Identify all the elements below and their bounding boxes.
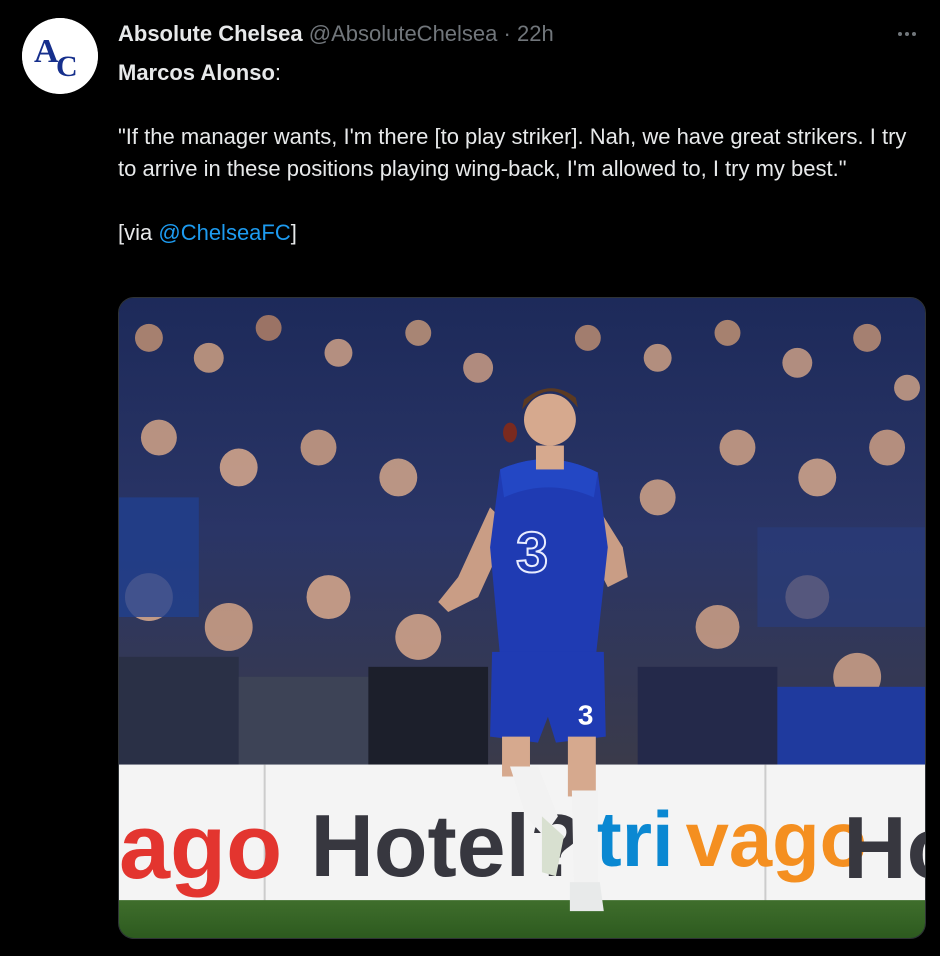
- tweet[interactable]: A C Absolute Chelsea @AbsoluteChelsea · …: [0, 0, 940, 956]
- pitch: [119, 900, 925, 938]
- avatar-logo: A C: [22, 18, 98, 94]
- player-head: [523, 393, 576, 446]
- board-text-right-b: vago: [686, 797, 868, 883]
- shorts-number: 3: [578, 700, 594, 731]
- tweet-text: Marcos Alonso: "If the manager wants, I'…: [118, 57, 928, 249]
- tweet-header: Absolute Chelsea @AbsoluteChelsea · 22h: [118, 20, 554, 48]
- avatar[interactable]: A C: [22, 18, 98, 94]
- tweet-photo[interactable]: ago Hotel? tri vago Ho 3 3: [118, 297, 926, 939]
- speaker-line: Marcos Alonso:: [118, 57, 928, 89]
- mention-link[interactable]: @ChelseaFC: [158, 220, 290, 245]
- more-horizontal-icon[interactable]: [892, 20, 922, 48]
- via-prefix: [via: [118, 220, 159, 245]
- board-text-left: ago: [119, 796, 282, 898]
- author-name[interactable]: Absolute Chelsea: [118, 21, 303, 46]
- board-text-far: Ho: [843, 799, 925, 897]
- shirt-number: 3: [516, 521, 548, 585]
- quote-text: "If the manager wants, I'm there [to pla…: [118, 124, 907, 181]
- author-handle[interactable]: @AbsoluteChelsea: [309, 21, 498, 46]
- avatar-letter-c: C: [56, 50, 78, 83]
- speaker-name: Marcos Alonso: [118, 60, 275, 85]
- via-line: [via @ChelseaFC]: [118, 217, 928, 249]
- via-suffix: ]: [290, 220, 297, 245]
- speaker-colon: :: [274, 60, 282, 85]
- separator-dot: ·: [503, 21, 511, 46]
- photo-scene: ago Hotel? tri vago Ho 3 3: [119, 298, 925, 938]
- board-text-right-a: tri: [596, 797, 674, 883]
- timestamp[interactable]: 22h: [517, 21, 554, 46]
